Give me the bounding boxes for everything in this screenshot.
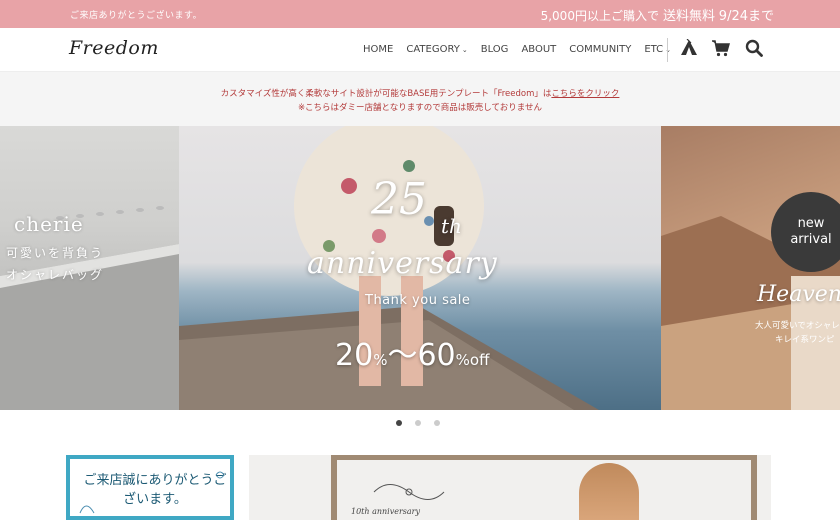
chevron-down-icon: ⌄ <box>461 46 468 54</box>
nav-blog-label: BLOG <box>480 44 509 55</box>
welcome-banner-text: ご来店誠にありがとうございます。 <box>83 473 227 507</box>
nav-about[interactable]: ABOUT <box>521 44 556 55</box>
anniversary-word: anniversary <box>307 246 498 281</box>
slide-heaven[interactable]: new arrival Heaven 大人可愛いでオシャレ キレイ系ワンピ <box>661 126 840 410</box>
badge-line-1: new <box>797 216 825 231</box>
notice-banner: カスタマイズ性が高く柔軟なサイト設計が可能なBASE用テンプレート「Freedo… <box>0 72 840 126</box>
sale-range: 20%～60%off <box>335 330 489 374</box>
site-header: Freedom HOME CATEGORY ⌄ BLOG ABOUT COMMUN… <box>0 28 840 72</box>
slide-heaven-subtitle-2: キレイ系ワンピ <box>775 335 835 345</box>
nav-category-label: CATEGORY <box>406 44 460 55</box>
badge-line-2: arrival <box>790 232 832 247</box>
notice-text: カスタマイズ性が高く柔軟なサイト設計が可能なBASE用テンプレート「Freedo… <box>220 89 552 99</box>
anniversary-suffix: th <box>441 214 462 238</box>
ten-anniversary-label: 10th anniversary <box>351 507 421 516</box>
nav-community-label: COMMUNITY <box>569 44 632 55</box>
notice-link[interactable]: こちらをクリック <box>551 89 619 99</box>
nav-home[interactable]: HOME <box>363 44 393 55</box>
nav-divider <box>667 38 668 62</box>
search-icon[interactable] <box>745 39 763 61</box>
nav-etc-label: ETC <box>644 44 664 55</box>
site-logo[interactable]: Freedom <box>69 37 159 59</box>
slider-dot-3[interactable] <box>434 420 440 426</box>
model-photo <box>579 463 639 520</box>
cart-icon[interactable] <box>711 39 731 61</box>
sale-percent: % <box>373 351 388 369</box>
notice-line-1: カスタマイズ性が高く柔軟なサイト設計が可能なBASE用テンプレート「Freedo… <box>0 87 840 99</box>
announcement-bar: ご来店ありがとうございます。 5,000円以上ご購入で 送料無料 9/24まで <box>0 0 840 28</box>
slide-cherie-subtitle-1: 可愛いを背負う <box>6 246 105 260</box>
welcome-message: ご来店ありがとうございます。 <box>70 11 203 21</box>
nav-about-label: ABOUT <box>521 44 557 55</box>
slider-dot-2[interactable] <box>415 420 421 426</box>
notice-line-2: ※こちらはダミー店舗となりますので商品は販売しておりません <box>297 103 543 113</box>
slide-cherie-subtitle-2: オシャレバッグ <box>6 268 105 282</box>
promo-date: 9/24まで <box>718 9 774 24</box>
sale-to: 60 <box>417 338 456 373</box>
slide-cherie-title: cherie <box>14 212 84 236</box>
sale-from: 20 <box>335 338 374 373</box>
welcome-banner[interactable]: ご来店誠にありがとうございます。 <box>66 455 234 520</box>
promo-free-shipping: 送料無料 <box>662 9 715 24</box>
anniversary-banner[interactable]: 10th anniversary <box>249 455 771 520</box>
sale-tilde: ～ <box>387 338 418 373</box>
slider-dot-1[interactable] <box>396 420 402 426</box>
hero-slider: cherie 可愛いを背負う オシャレバッグ 25 th anniversary… <box>0 126 840 410</box>
thank-you-sale: Thank you sale <box>365 293 471 308</box>
slider-dots <box>396 420 453 426</box>
slide-heaven-title: Heaven <box>757 282 840 307</box>
anniversary-number: 25 <box>371 174 427 225</box>
sale-off: %off <box>455 351 490 369</box>
ornament-flourish <box>373 484 445 500</box>
promo-prefix: 5,000円以上ご購入で <box>540 9 659 23</box>
tent-icon[interactable] <box>680 38 698 61</box>
nav-community[interactable]: COMMUNITY <box>569 44 631 55</box>
slide-anniversary[interactable]: 25 th anniversary Thank you sale 20%～60%… <box>179 126 661 410</box>
main-nav: HOME CATEGORY ⌄ BLOG ABOUT COMMUNITY ETC ⌄ <box>363 44 684 55</box>
nav-category[interactable]: CATEGORY ⌄ <box>406 44 467 55</box>
shipping-promo: 5,000円以上ご購入で 送料無料 9/24まで <box>541 5 774 24</box>
nav-blog[interactable]: BLOG <box>481 44 509 55</box>
nav-home-label: HOME <box>363 44 394 55</box>
slide-cherie[interactable]: cherie 可愛いを背負う オシャレバッグ <box>0 126 179 410</box>
slide-heaven-subtitle-1: 大人可愛いでオシャレ <box>755 321 840 331</box>
